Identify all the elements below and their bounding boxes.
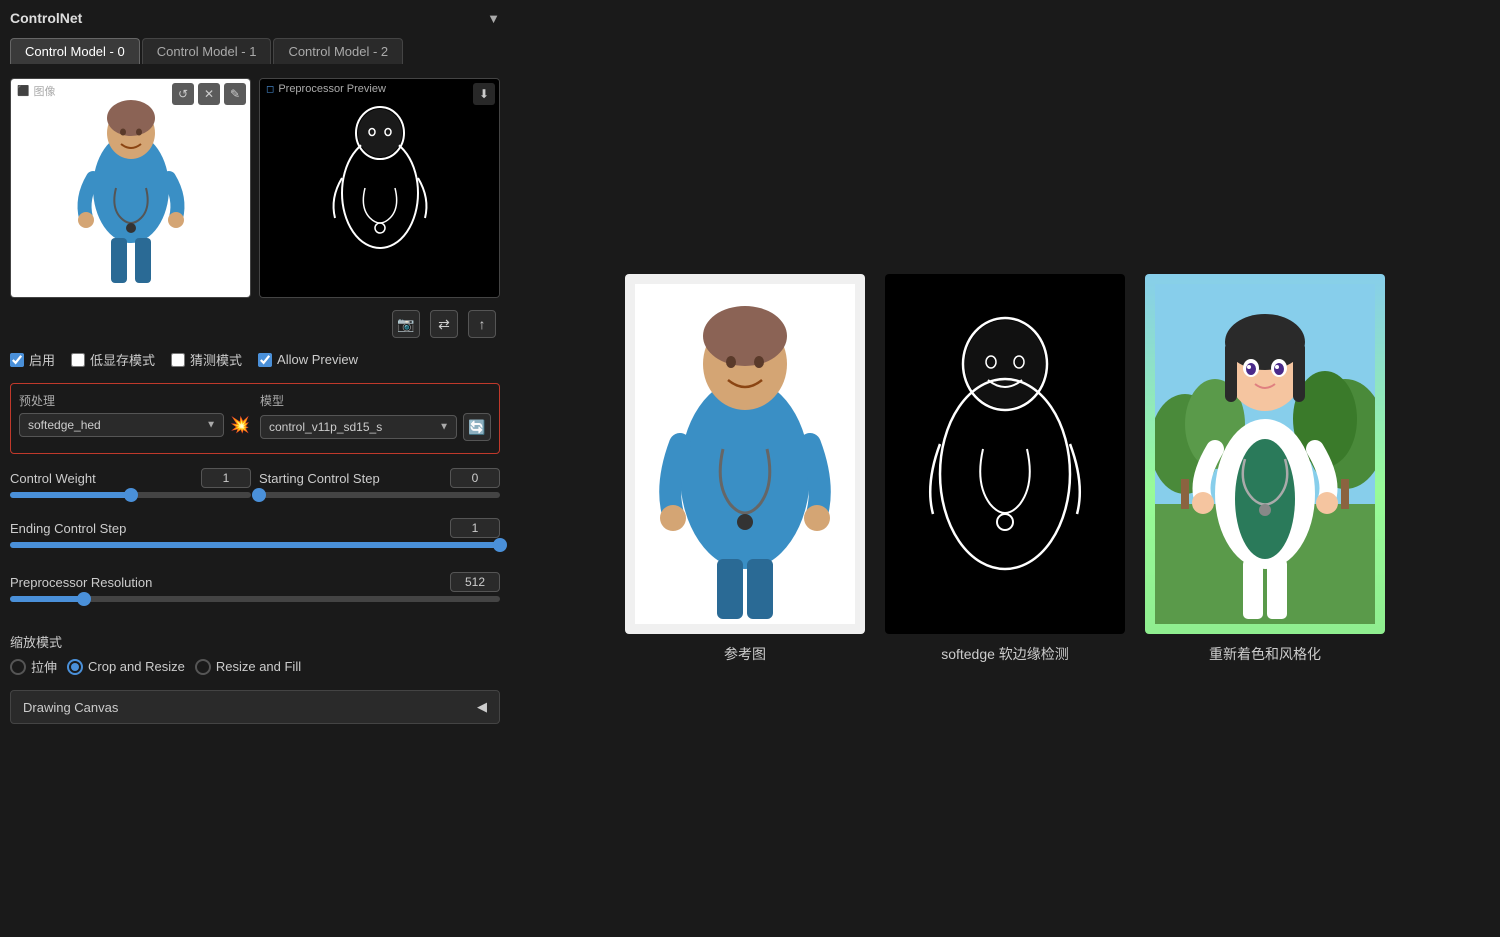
ending-step-header: Ending Control Step [10, 518, 500, 538]
control-weight-slider: Control Weight [10, 468, 251, 508]
ref-image-bg [625, 274, 865, 634]
output-image-reference: 参考图 [625, 274, 865, 664]
image-box-controls: ↺ ✕ ✎ [172, 83, 246, 105]
camera-btn[interactable]: 📷 [392, 310, 420, 338]
edge-image-bg [885, 274, 1125, 634]
tab-control-model-1[interactable]: Control Model - 1 [142, 38, 272, 64]
image-label: ⬛ 图像 [17, 83, 55, 99]
action-buttons: 📷 ⇄ ↑ [10, 310, 500, 338]
resize-fill-radio-circle[interactable] [195, 659, 211, 675]
radio-crop-resize[interactable]: Crop and Resize [67, 659, 185, 675]
preprocessor-resolution-slider: Preprocessor Resolution [10, 572, 500, 612]
output-image-anime: 重新着色和风格化 [1145, 274, 1385, 664]
starting-step-thumb[interactable] [252, 488, 266, 502]
anime-nurse-svg [1155, 284, 1375, 624]
zoom-mode-options: 拉伸 Crop and Resize Resize and Fill [10, 657, 500, 676]
model-select-wrapper: control_v11p_sd15_s none [260, 415, 457, 439]
radio-resize-fill[interactable]: Resize and Fill [195, 659, 301, 675]
ending-step-fill [10, 542, 500, 548]
fire-icon: 💥 [230, 415, 250, 435]
upload-btn[interactable]: ↑ [468, 310, 496, 338]
tab-control-model-0[interactable]: Control Model - 0 [10, 38, 140, 64]
starting-step-track[interactable] [259, 492, 500, 498]
edge-detection-image [260, 79, 499, 297]
model-labels: 预处理 softedge_hed none canny depth 💥 模型 [19, 392, 491, 441]
preprocessor-res-input[interactable] [450, 572, 500, 592]
radio-stretch[interactable]: 拉伸 [10, 657, 57, 676]
model-select-row: control_v11p_sd15_s none 🔄 [260, 413, 491, 441]
edge-caption: softedge 软边缘检测 [941, 644, 1069, 664]
ending-step-track[interactable] [10, 542, 500, 548]
model-select[interactable]: control_v11p_sd15_s none [260, 415, 457, 439]
ending-step-input[interactable] [450, 518, 500, 538]
allow-preview-checkbox[interactable]: Allow Preview [258, 352, 358, 367]
guess-mode-checkbox[interactable]: 猜测模式 [171, 350, 242, 369]
output-image-container-edge [885, 274, 1125, 634]
preprocessor-select-row: softedge_hed none canny depth 💥 [19, 413, 250, 437]
stretch-radio-circle[interactable] [10, 659, 26, 675]
output-image-container-anime [1145, 274, 1385, 634]
control-weight-track[interactable] [10, 492, 251, 498]
preprocessor-select[interactable]: softedge_hed none canny depth [19, 413, 224, 437]
tab-control-model-2[interactable]: Control Model - 2 [273, 38, 403, 64]
edge-nurse-svg [895, 284, 1115, 624]
preprocessor-preview-box[interactable]: ◻ Preprocessor Preview ⬇ [259, 78, 500, 298]
model-section: 模型 control_v11p_sd15_s none 🔄 [260, 392, 491, 441]
output-image-container-ref [625, 274, 865, 634]
refresh-image-btn[interactable]: ↺ [172, 83, 194, 105]
nurse-svg [61, 88, 201, 288]
two-col-sliders: Control Weight Starting Control Step [10, 468, 500, 508]
swap-btn[interactable]: ⇄ [430, 310, 458, 338]
left-panel: ControlNet ▼ Control Model - 0 Control M… [0, 0, 510, 937]
refresh-model-btn[interactable]: 🔄 [463, 413, 491, 441]
output-image-edge: softedge 软边缘检测 [885, 274, 1125, 664]
right-panel: 参考图 [510, 0, 1500, 937]
edit-image-btn[interactable]: ✎ [224, 83, 246, 105]
checkboxes-row: 启用 低显存模式 猜测模式 Allow Preview [10, 350, 500, 369]
control-weight-thumb[interactable] [124, 488, 138, 502]
preview-box-controls: ⬇ [473, 83, 495, 105]
tabs-container: Control Model - 0 Control Model - 1 Cont… [10, 38, 500, 64]
preprocessor-section: 预处理 softedge_hed none canny depth 💥 [19, 392, 250, 441]
anime-image-bg [1145, 274, 1385, 634]
preprocessor-res-header: Preprocessor Resolution [10, 572, 500, 592]
preprocessor-res-fill [10, 596, 84, 602]
ref-nurse-svg [635, 284, 855, 624]
model-selection-row: 预处理 softedge_hed none canny depth 💥 模型 [10, 383, 500, 454]
edge-svg [310, 88, 450, 288]
ref-caption: 参考图 [724, 644, 766, 664]
zoom-mode-section: 缩放模式 拉伸 Crop and Resize Resize and Fill [10, 632, 500, 676]
close-image-btn[interactable]: ✕ [198, 83, 220, 105]
drawing-canvas-row[interactable]: Drawing Canvas ◀ [10, 690, 500, 724]
drawing-canvas-icon: ◀ [477, 699, 487, 715]
output-images: 参考图 [625, 274, 1385, 664]
input-image-box[interactable]: ⬛ 图像 ↺ ✕ ✎ [10, 78, 251, 298]
controlnet-header: ControlNet ▼ [10, 10, 500, 26]
ending-step-thumb[interactable] [493, 538, 507, 552]
nurse-reference-image [11, 79, 250, 297]
ending-step-slider: Ending Control Step [10, 518, 500, 558]
control-weight-input[interactable] [201, 468, 251, 488]
starting-step-input[interactable] [450, 468, 500, 488]
controlnet-title: ControlNet [10, 10, 82, 26]
preprocessor-select-wrapper: softedge_hed none canny depth [19, 413, 224, 437]
download-preview-btn[interactable]: ⬇ [473, 83, 495, 105]
anime-caption: 重新着色和风格化 [1209, 644, 1321, 664]
preprocessor-res-track[interactable] [10, 596, 500, 602]
starting-step-header: Starting Control Step [259, 468, 500, 488]
preprocessor-preview-label: ◻ Preprocessor Preview [266, 83, 386, 95]
collapse-icon[interactable]: ▼ [487, 11, 500, 26]
image-area: ⬛ 图像 ↺ ✕ ✎ [10, 78, 500, 298]
preprocessor-res-thumb[interactable] [77, 592, 91, 606]
control-weight-header: Control Weight [10, 468, 251, 488]
control-weight-fill [10, 492, 131, 498]
starting-step-slider: Starting Control Step [259, 468, 500, 508]
crop-resize-radio-circle[interactable] [67, 659, 83, 675]
drawing-canvas-label: Drawing Canvas [23, 700, 118, 715]
enable-checkbox[interactable]: 启用 [10, 350, 55, 369]
low-vram-checkbox[interactable]: 低显存模式 [71, 350, 155, 369]
